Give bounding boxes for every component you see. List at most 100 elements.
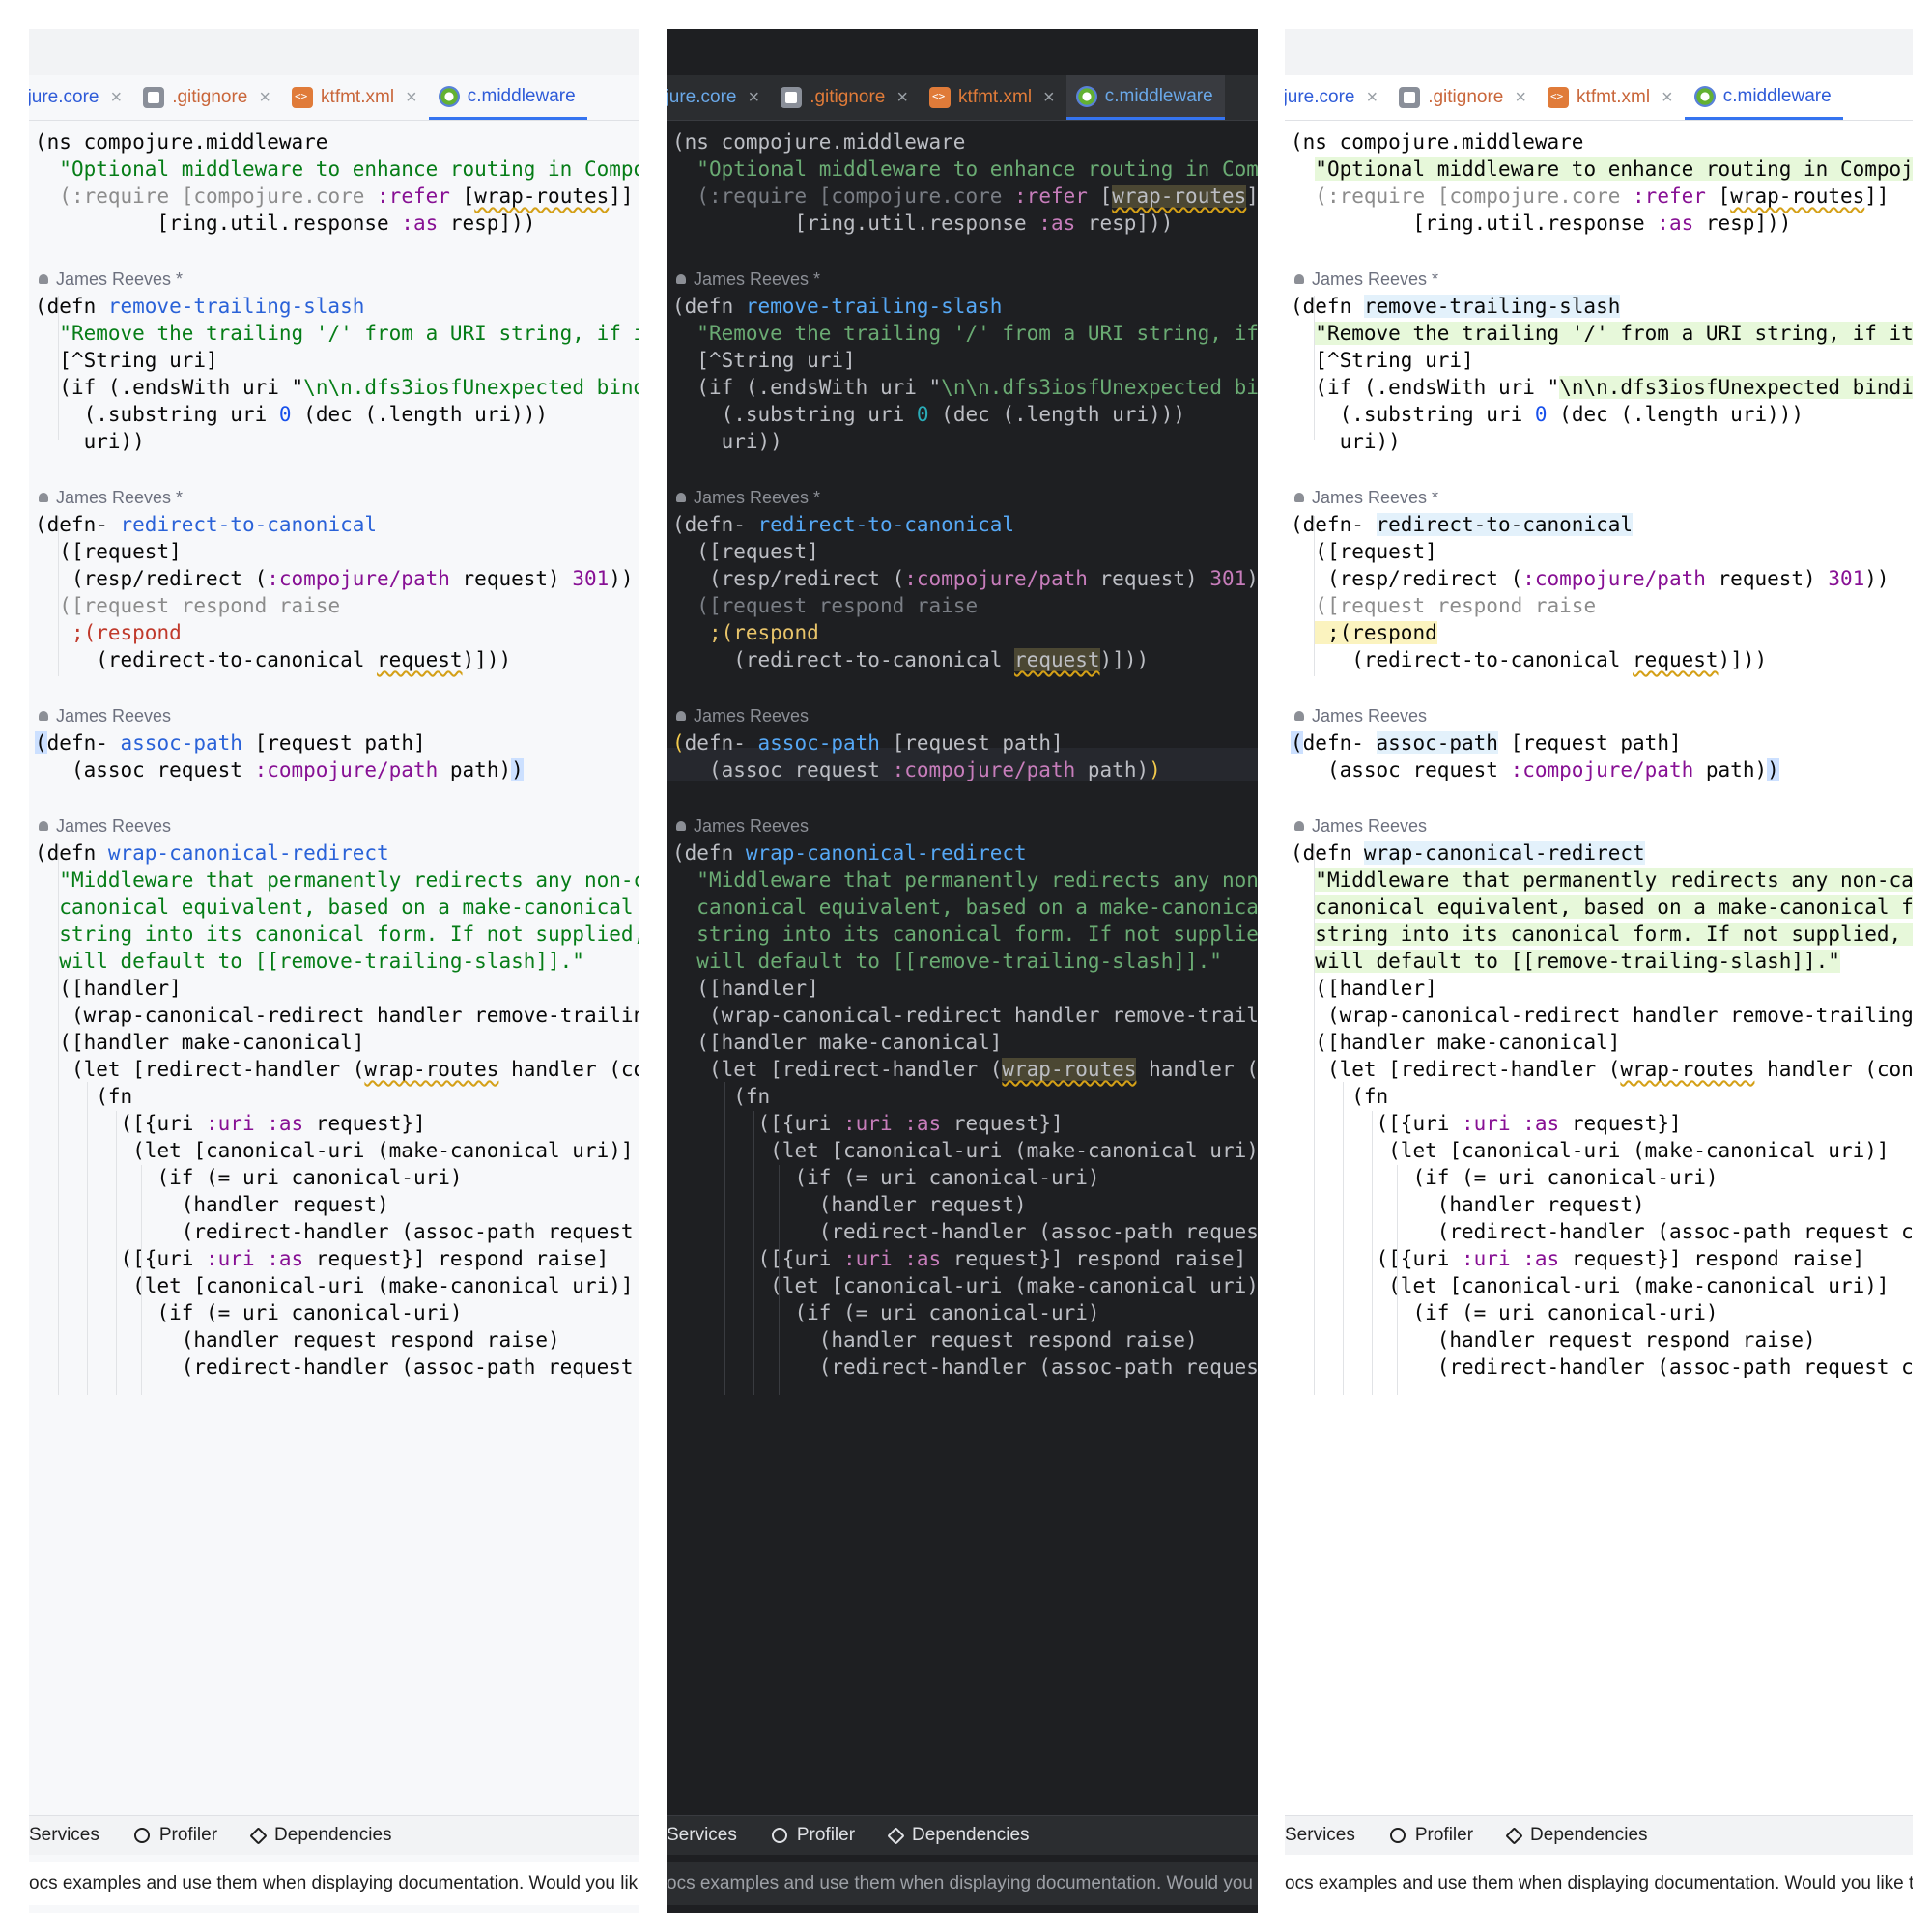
tab-gitignore[interactable]: .gitignore × <box>1389 75 1538 120</box>
function-name: wrap-canonical-redirect <box>107 841 389 865</box>
function-name: remove-trailing-slash <box>107 295 365 318</box>
author-name: James Reeves * <box>1312 488 1439 507</box>
docstring: string into its canonical form. If not s… <box>1315 923 1913 946</box>
person-icon <box>39 493 48 502</box>
dependencies-button[interactable]: Dependencies <box>887 1825 1030 1846</box>
dependencies-button[interactable]: Dependencies <box>1505 1825 1648 1846</box>
function-name: redirect-to-canonical <box>757 513 1015 536</box>
code-text: (if (= uri canonical-uri) <box>696 1166 1100 1189</box>
profiler-button[interactable]: Profiler <box>1389 1825 1473 1846</box>
code-text: (.substring uri <box>696 403 917 426</box>
function-name: redirect-to-canonical <box>1376 513 1634 536</box>
tab-label: .gitignore <box>1428 87 1504 107</box>
profiler-button[interactable]: Profiler <box>133 1825 217 1846</box>
tab-middleware[interactable]: c.middleware <box>428 75 587 120</box>
tab-ktfmt-xml[interactable]: ktfmt.xml × <box>920 75 1066 120</box>
person-icon <box>676 821 686 831</box>
code-line: (redirect-to-canonical request)])) <box>672 643 1149 676</box>
code-text: (redirect-to-canonical <box>1315 648 1634 671</box>
tab-label: .gitignore <box>172 87 248 107</box>
code-text: [ring.util.response <box>1291 212 1658 235</box>
docstring: will default to [[remove-trailing-slash]… <box>1315 950 1840 973</box>
profiler-icon <box>1389 1828 1406 1843</box>
code-text: defn- <box>46 731 121 754</box>
code-text: (.substring uri <box>59 403 279 426</box>
tab-compojure-core[interactable]: ojure.core × <box>1285 75 1389 120</box>
services-button[interactable]: Services <box>1285 1825 1355 1846</box>
code-text: (resp/redirect ( <box>1315 567 1523 590</box>
keyword-token: :as <box>1522 1112 1560 1135</box>
dependencies-button[interactable]: Dependencies <box>249 1825 392 1846</box>
code-text: (let [canonical-uri (make-canonical uri)… <box>696 1139 1258 1162</box>
keyword-token: :as <box>1522 1247 1560 1270</box>
code-text: (fn <box>59 1085 133 1108</box>
docstring: "Middleware that permanently redirects a… <box>59 868 639 892</box>
code-text: [ring.util.response <box>672 212 1039 235</box>
services-button[interactable]: Services <box>29 1825 99 1846</box>
code-text: )) <box>1246 567 1258 590</box>
code-line: (redirect-to-canonical request)])) <box>1291 643 1767 676</box>
tab-gitignore[interactable]: .gitignore × <box>771 75 920 120</box>
code-text: )) <box>1864 567 1889 590</box>
code-text: path) <box>1075 758 1150 781</box>
indent-guide <box>58 516 59 676</box>
code-editor[interactable]: (ns compojure.middleware "Optional middl… <box>29 126 639 1777</box>
number-token: 0 <box>1534 403 1548 426</box>
services-button[interactable]: Services <box>667 1825 737 1846</box>
function-name: wrap-canonical-redirect <box>1363 841 1645 865</box>
dependencies-label: Dependencies <box>1530 1825 1648 1845</box>
tab-middleware[interactable]: c.middleware <box>1065 75 1225 120</box>
tab-middleware[interactable]: c.middleware <box>1684 75 1843 120</box>
code-text: (ns compojure.middleware <box>672 130 966 154</box>
code-text: ([{uri <box>59 1112 207 1135</box>
code-text: ([handler] <box>59 977 182 1000</box>
symbol-token: wrap-routes <box>1112 185 1247 208</box>
tab-ktfmt-xml[interactable]: ktfmt.xml × <box>282 75 429 120</box>
code-text: (if (= uri canonical-uri) <box>1315 1301 1719 1324</box>
close-icon[interactable]: × <box>111 87 123 109</box>
code-text: ([{uri <box>696 1247 844 1270</box>
profiler-button[interactable]: Profiler <box>771 1825 855 1846</box>
close-icon[interactable]: × <box>1515 87 1526 109</box>
docstring: "Optional middleware to enhance routing … <box>59 157 639 181</box>
code-text: (assoc request <box>1315 758 1511 781</box>
close-icon[interactable]: × <box>406 87 417 109</box>
tab-compojure-core[interactable]: ojure.core × <box>29 75 133 120</box>
matched-bracket: ) <box>1767 758 1779 781</box>
keyword-token: :as <box>267 1112 304 1135</box>
close-icon[interactable]: × <box>259 87 270 109</box>
tab-ktfmt-xml[interactable]: ktfmt.xml × <box>1538 75 1685 120</box>
close-icon[interactable]: × <box>1367 87 1378 109</box>
close-icon[interactable]: × <box>749 87 760 109</box>
code-text: request}] <box>303 1247 426 1270</box>
code-editor[interactable]: (ns compojure.middleware "Optional middl… <box>1285 126 1913 1777</box>
close-icon[interactable]: × <box>1662 87 1673 109</box>
keyword-token: :uri <box>843 1247 893 1270</box>
code-text: (let [canonical-uri (make-canonical uri)… <box>59 1274 634 1297</box>
code-text: resp])) <box>1693 212 1792 235</box>
code-text: (ns compojure.middleware <box>1291 130 1584 154</box>
code-editor[interactable]: (ns compojure.middleware "Optional middl… <box>667 126 1258 1777</box>
docstring: "Optional middleware to enhance routing … <box>696 157 1258 181</box>
close-icon[interactable]: × <box>1043 87 1055 109</box>
symbol-token: wrap-routes <box>1002 1058 1137 1081</box>
clojure-icon <box>1693 85 1716 107</box>
code-text: (defn- <box>35 513 121 536</box>
code-text: request}] <box>941 1112 1064 1135</box>
symbol-token: wrap-routes <box>1730 185 1865 208</box>
code-text: ([request respond raise <box>1315 594 1597 617</box>
code-text: uri)) <box>1315 430 1401 453</box>
tab-gitignore[interactable]: .gitignore × <box>133 75 282 120</box>
code-text: [^String uri] <box>696 349 856 372</box>
code-text: ([handler make-canonical] <box>59 1031 365 1054</box>
keyword-token: :as <box>904 1112 942 1135</box>
code-text: [request path] <box>1497 731 1682 754</box>
close-icon[interactable]: × <box>896 87 908 109</box>
tab-compojure-core[interactable]: ojure.core × <box>667 75 771 120</box>
code-text: (redirect-handler (assoc-path request ca… <box>181 1355 634 1378</box>
keyword-token: :as <box>1038 212 1076 235</box>
code-text: (redirect-handler (assoc-path request ca… <box>818 1355 1258 1378</box>
author-name: James Reeves <box>694 706 810 725</box>
author-name: James Reeves <box>1312 706 1428 725</box>
code-text: (handler request respond raise) <box>696 1328 1198 1351</box>
